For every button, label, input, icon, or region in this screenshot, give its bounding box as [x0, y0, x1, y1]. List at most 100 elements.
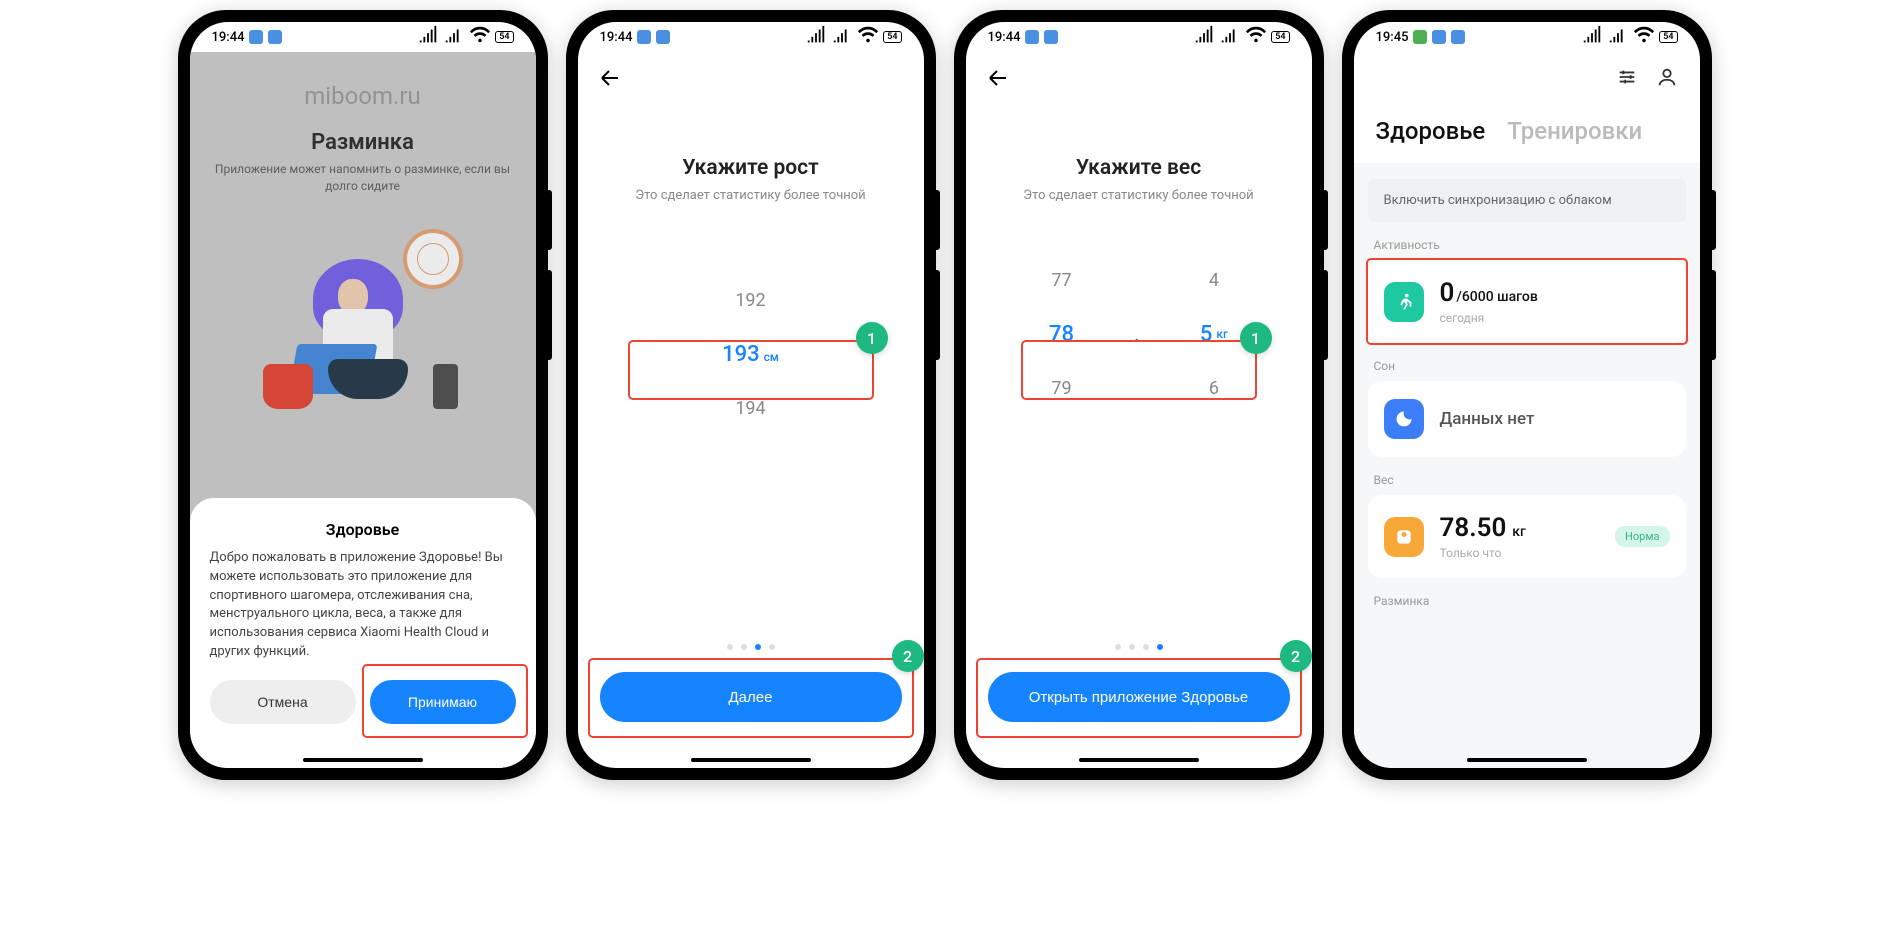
page-dots	[1115, 644, 1163, 650]
phone-frame-2: 19:44 54 Укажите рост Это сделает статис…	[566, 10, 936, 780]
page-title: Разминка	[190, 130, 536, 155]
page-title: Укажите рост	[578, 156, 924, 180]
picker-current: 193	[722, 342, 760, 367]
signal-icon	[1193, 24, 1215, 50]
annotation-badge-2: 2	[1280, 640, 1312, 672]
moon-icon	[1384, 399, 1424, 439]
picker-next: 194	[735, 398, 765, 419]
picker-dec-prev: 4	[1209, 253, 1219, 307]
page-subtitle: Приложение может напомнить о разминке, е…	[190, 155, 536, 209]
statusbar: 19:44 54	[578, 22, 924, 52]
status-badge-icon	[1451, 30, 1465, 44]
running-icon	[1384, 282, 1424, 322]
open-app-button[interactable]: Открыть приложение Здоровье	[988, 672, 1290, 722]
statusbar: 19:45 54	[1354, 22, 1700, 52]
status-time: 19:44	[988, 30, 1021, 45]
status-badge-icon	[656, 30, 670, 44]
section-weight-label: Вес	[1374, 473, 1686, 487]
signal-icon	[831, 24, 853, 50]
phone-frame-1: 19:44 54 miboom.ru Разминка	[178, 10, 548, 780]
home-indicator[interactable]	[691, 758, 811, 762]
status-badge-icon	[1432, 30, 1446, 44]
page-subtitle: Это сделает статистику более точной	[966, 188, 1312, 203]
signal-icon	[805, 24, 827, 50]
weight-status-badge: Норма	[1615, 526, 1669, 547]
signal-icon	[1219, 24, 1241, 50]
tab-workouts[interactable]: Тренировки	[1507, 117, 1642, 145]
height-picker[interactable]: 192 193 см 194	[578, 273, 924, 435]
status-time: 19:44	[600, 30, 633, 45]
home-indicator[interactable]	[1467, 758, 1587, 762]
battery-icon: 54	[495, 31, 513, 43]
status-badge-icon	[1025, 30, 1039, 44]
section-activity-label: Активность	[1374, 238, 1686, 252]
picker-int-next: 79	[1051, 361, 1071, 415]
signal-icon	[443, 24, 465, 50]
picker-dec-next: 6	[1209, 361, 1219, 415]
picker-unit: кг	[1216, 327, 1228, 341]
page-subtitle: Это сделает статистику более точной	[578, 188, 924, 203]
welcome-sheet: Здоровье Добро пожаловать в приложение З…	[190, 498, 536, 768]
tab-health[interactable]: Здоровье	[1376, 117, 1486, 145]
next-button[interactable]: Далее	[600, 672, 902, 722]
weight-sub: Только что	[1440, 546, 1600, 560]
cloud-sync-banner[interactable]: Включить синхронизацию с облаком	[1368, 179, 1686, 222]
picker-unit: см	[764, 350, 779, 364]
battery-icon: 54	[1659, 31, 1677, 43]
steps-goal: /6000 шагов	[1456, 289, 1537, 305]
accept-button[interactable]: Принимаю	[370, 680, 516, 724]
warmup-illustration	[233, 219, 493, 439]
battery-icon: 54	[1271, 31, 1289, 43]
wifi-icon	[1245, 24, 1267, 50]
activity-card[interactable]: 0/6000 шагов сегодня	[1368, 260, 1686, 343]
weight-value: 78.50	[1440, 513, 1507, 543]
picker-dec-cur: 5	[1200, 322, 1213, 347]
cancel-button[interactable]: Отмена	[210, 680, 356, 724]
signal-icon	[1607, 24, 1629, 50]
annotation-badge-2: 2	[892, 640, 924, 672]
battery-icon: 54	[883, 31, 901, 43]
back-button[interactable]	[578, 52, 924, 96]
profile-icon[interactable]	[1656, 66, 1678, 93]
status-time: 19:44	[212, 30, 245, 45]
url-watermark: miboom.ru	[190, 52, 536, 130]
signal-icon	[1581, 24, 1603, 50]
status-badge-icon	[1044, 30, 1058, 44]
picker-separator: .	[1134, 307, 1140, 361]
status-badge-icon	[268, 30, 282, 44]
signal-icon	[417, 24, 439, 50]
status-badge-icon	[249, 30, 263, 44]
weight-card[interactable]: 78.50 кг Только что Норма	[1368, 495, 1686, 578]
status-time: 19:45	[1376, 30, 1409, 45]
status-badge-icon	[637, 30, 651, 44]
phone-frame-3: 19:44 54 Укажите вес Это сделает статист…	[954, 10, 1324, 780]
home-indicator[interactable]	[1079, 758, 1199, 762]
home-indicator[interactable]	[303, 758, 423, 762]
section-warmup-label: Разминка	[1374, 594, 1686, 608]
wifi-icon	[469, 24, 491, 50]
steps-sub: сегодня	[1440, 311, 1670, 325]
wifi-icon	[857, 24, 879, 50]
sheet-body: Добро пожаловать в приложение Здоровье! …	[210, 549, 516, 662]
wifi-icon	[1633, 24, 1655, 50]
annotation-badge-1: 1	[856, 322, 888, 354]
page-title: Укажите вес	[966, 156, 1312, 180]
weight-unit: кг	[1512, 524, 1526, 540]
scale-icon	[1384, 517, 1424, 557]
back-button[interactable]	[966, 52, 1312, 96]
annotation-badge-1: 1	[1240, 322, 1272, 354]
status-badge-icon	[1413, 30, 1427, 44]
page-dots	[727, 644, 775, 650]
sleep-card[interactable]: Данных нет	[1368, 381, 1686, 457]
sheet-title: Здоровье	[210, 520, 516, 539]
statusbar: 19:44 54	[966, 22, 1312, 52]
phone-frame-4: 19:45 54 Здоровье	[1342, 10, 1712, 780]
picker-prev: 192	[735, 290, 765, 311]
settings-icon[interactable]	[1616, 66, 1638, 93]
section-sleep-label: Сон	[1374, 359, 1686, 373]
steps-value: 0	[1440, 278, 1455, 308]
sleep-value: Данных нет	[1440, 409, 1670, 429]
statusbar: 19:44 54	[190, 22, 536, 52]
picker-int-prev: 77	[1051, 253, 1071, 307]
picker-int-cur: 78	[1049, 307, 1074, 361]
